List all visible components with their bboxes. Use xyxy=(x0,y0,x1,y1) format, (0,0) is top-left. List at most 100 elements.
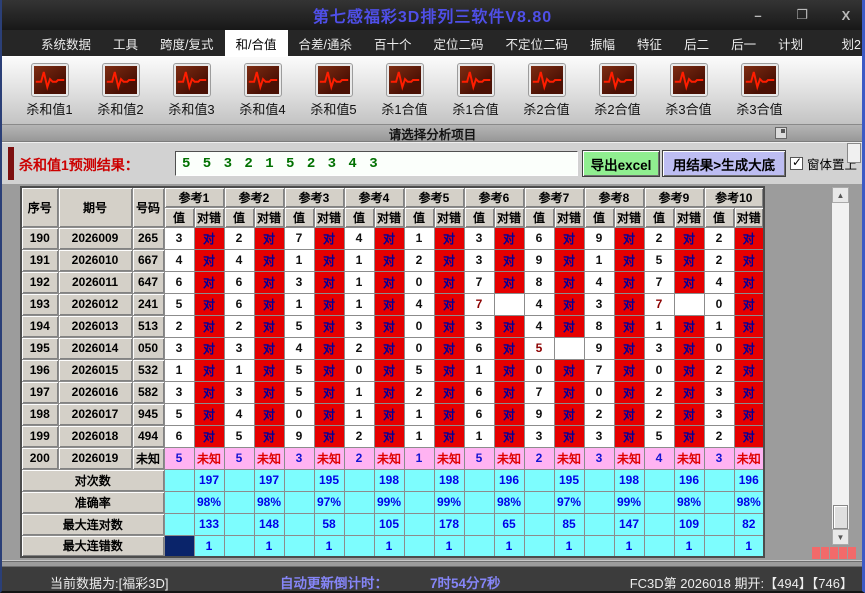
value-cell[interactable]: 3 xyxy=(463,226,495,250)
result-cell[interactable]: 对 xyxy=(313,248,345,272)
result-cell[interactable]: 对 xyxy=(673,402,705,426)
value-cell[interactable]: 4 xyxy=(223,402,255,426)
value-cell[interactable]: 0 xyxy=(643,358,675,382)
summary-spacer-cell[interactable] xyxy=(343,468,375,492)
value-cell[interactable]: 1 xyxy=(343,380,375,404)
value-cell[interactable]: 4 xyxy=(583,270,615,294)
summary-spacer-cell[interactable] xyxy=(283,490,315,514)
result-cell[interactable]: 对 xyxy=(373,402,405,426)
result-cell[interactable]: 对 xyxy=(253,424,285,448)
result-cell[interactable]: 对 xyxy=(493,226,525,250)
summary-value-cell[interactable]: 82 xyxy=(733,512,765,536)
prediction-result-input[interactable] xyxy=(175,151,578,176)
result-cell[interactable]: 对 xyxy=(733,380,765,404)
tool-button-1[interactable]: 杀和值1 xyxy=(14,61,85,124)
menu-item-10[interactable]: 特征 xyxy=(626,30,673,56)
result-cell[interactable]: 对 xyxy=(733,270,765,294)
result-cell[interactable]: 对 xyxy=(553,248,585,272)
summary-spacer-cell[interactable] xyxy=(403,512,435,536)
result-cell[interactable]: 对 xyxy=(373,380,405,404)
result-cell[interactable]: 对 xyxy=(373,270,405,294)
result-cell[interactable]: 对 xyxy=(193,358,225,382)
result-cell[interactable]: 对 xyxy=(313,226,345,250)
value-cell[interactable]: 2 xyxy=(643,380,675,404)
tool-button-3[interactable]: 杀和值3 xyxy=(156,61,227,124)
value-cell[interactable]: 3 xyxy=(223,380,255,404)
tool-button-10[interactable]: 杀3合值 xyxy=(653,61,724,124)
summary-spacer-cell[interactable] xyxy=(523,490,555,514)
summary-value-cell[interactable]: 197 xyxy=(193,468,225,492)
value-cell[interactable]: 5 xyxy=(643,248,675,272)
result-cell[interactable]: 对 xyxy=(553,402,585,426)
value-cell[interactable]: 2 xyxy=(343,336,375,360)
value-cell[interactable]: 1 xyxy=(403,402,435,426)
tool-button-2[interactable]: 杀和值2 xyxy=(85,61,156,124)
value-cell[interactable]: 0 xyxy=(283,402,315,426)
summary-value-cell[interactable]: 198 xyxy=(613,468,645,492)
result-cell[interactable]: 对 xyxy=(193,380,225,404)
summary-spacer-cell[interactable] xyxy=(583,490,615,514)
result-cell[interactable]: 对 xyxy=(313,292,345,316)
value-cell[interactable]: 9 xyxy=(523,402,555,426)
result-cell[interactable]: 对 xyxy=(673,380,705,404)
result-cell[interactable]: 对 xyxy=(733,424,765,448)
value-cell[interactable]: 6 xyxy=(163,424,195,448)
predicted-value-cell[interactable]: 5 xyxy=(463,446,495,470)
value-cell[interactable]: 7 xyxy=(583,358,615,382)
tool-button-6[interactable]: 杀1合值 xyxy=(369,61,440,124)
value-cell[interactable]: 6 xyxy=(223,270,255,294)
result-cell[interactable]: 对 xyxy=(313,270,345,294)
summary-value-cell[interactable]: 1 xyxy=(553,534,585,558)
summary-value-cell[interactable]: 147 xyxy=(613,512,645,536)
menu-item-1[interactable]: 系统数据 xyxy=(30,30,102,56)
result-cell[interactable]: 对 xyxy=(313,424,345,448)
value-cell[interactable]: 1 xyxy=(703,314,735,338)
summary-value-cell[interactable]: 1 xyxy=(193,534,225,558)
tool-button-7[interactable]: 杀1合值 xyxy=(440,61,511,124)
value-cell[interactable]: 2 xyxy=(703,248,735,272)
result-cell[interactable]: 对 xyxy=(733,226,765,250)
summary-spacer-cell[interactable] xyxy=(583,468,615,492)
value-cell[interactable]: 2 xyxy=(643,226,675,250)
summary-spacer-cell[interactable] xyxy=(523,534,555,558)
result-cell[interactable]: 对 xyxy=(613,424,645,448)
predicted-result-cell[interactable]: 未知 xyxy=(313,446,345,470)
tool-button-8[interactable]: 杀2合值 xyxy=(511,61,582,124)
value-cell[interactable]: 5 xyxy=(523,336,555,360)
predicted-result-cell[interactable]: 未知 xyxy=(733,446,765,470)
result-cell[interactable]: 对 xyxy=(673,336,705,360)
result-cell[interactable]: 对 xyxy=(613,226,645,250)
menu-item-13[interactable]: 计划 xyxy=(767,30,814,56)
value-cell[interactable]: 3 xyxy=(343,314,375,338)
result-cell[interactable]: 对 xyxy=(373,358,405,382)
result-cell[interactable]: 对 xyxy=(553,270,585,294)
predicted-value-cell[interactable]: 2 xyxy=(343,446,375,470)
result-cell[interactable]: 对 xyxy=(373,424,405,448)
result-cell[interactable]: 对 xyxy=(433,292,465,316)
scrollbar-thumb[interactable] xyxy=(833,505,848,529)
value-cell[interactable]: 2 xyxy=(403,248,435,272)
result-cell[interactable]: 对 xyxy=(493,380,525,404)
value-cell[interactable]: 0 xyxy=(703,336,735,360)
value-cell[interactable]: 3 xyxy=(463,248,495,272)
summary-value-cell[interactable]: 98% xyxy=(493,490,525,514)
value-cell[interactable]: 2 xyxy=(163,314,195,338)
result-cell[interactable]: 对 xyxy=(733,336,765,360)
value-cell[interactable]: 2 xyxy=(643,402,675,426)
export-excel-button[interactable]: 导出excel xyxy=(582,150,660,177)
menu-item-11[interactable]: 后二 xyxy=(673,30,720,56)
value-cell[interactable]: 5 xyxy=(163,292,195,316)
value-cell[interactable]: 2 xyxy=(703,424,735,448)
value-cell[interactable]: 5 xyxy=(283,358,315,382)
result-cell[interactable]: 对 xyxy=(733,248,765,272)
value-cell[interactable]: 2 xyxy=(703,226,735,250)
value-cell[interactable]: 3 xyxy=(523,424,555,448)
summary-value-cell[interactable]: 65 xyxy=(493,512,525,536)
summary-spacer-cell[interactable] xyxy=(703,490,735,514)
summary-spacer-cell[interactable] xyxy=(643,490,675,514)
summary-value-cell[interactable]: 148 xyxy=(253,512,285,536)
value-cell[interactable]: 3 xyxy=(703,402,735,426)
value-cell[interactable]: 8 xyxy=(583,314,615,338)
summary-value-cell[interactable]: 197 xyxy=(253,468,285,492)
summary-spacer-cell[interactable] xyxy=(343,490,375,514)
